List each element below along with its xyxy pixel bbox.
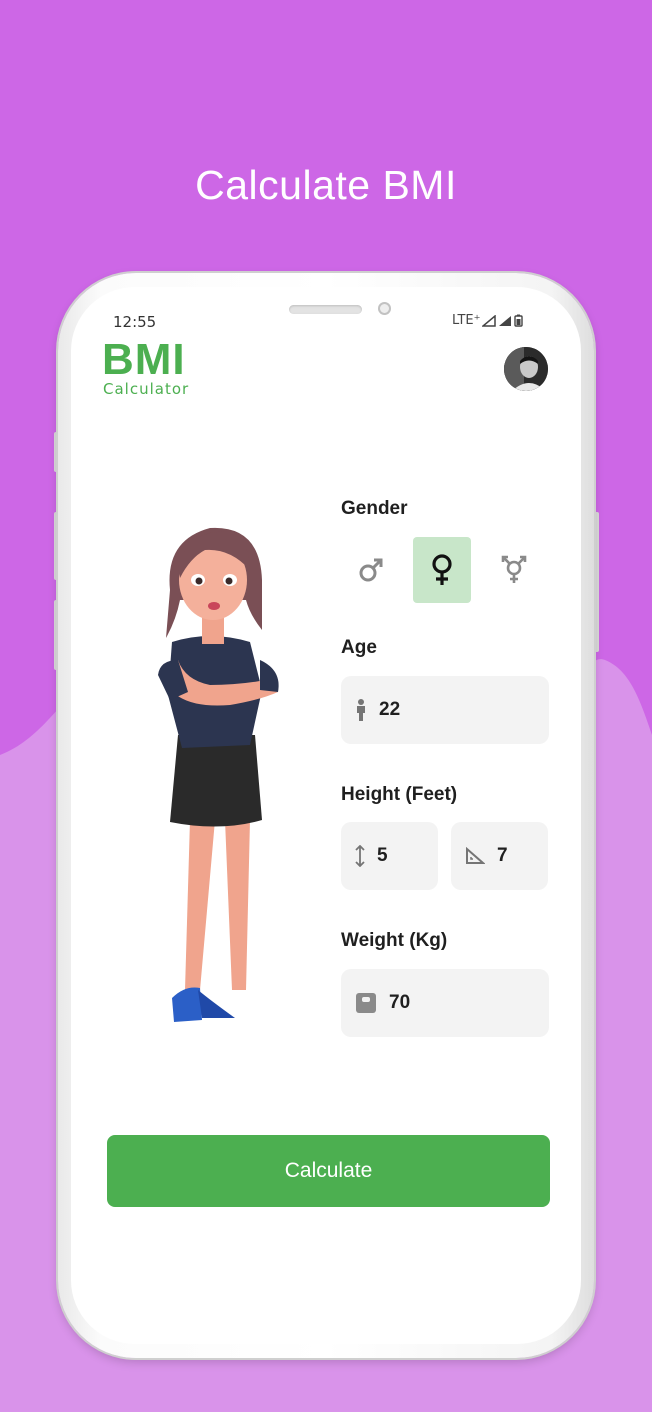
ruler-icon bbox=[466, 847, 485, 864]
weight-field[interactable]: 70 bbox=[341, 969, 549, 1037]
gender-female-button[interactable] bbox=[413, 537, 471, 603]
transgender-icon bbox=[501, 555, 527, 583]
avatar-photo bbox=[504, 347, 548, 391]
status-time: 12:55 bbox=[113, 313, 157, 331]
weight-value: 70 bbox=[389, 992, 411, 1013]
battery-icon bbox=[514, 314, 524, 327]
character-illustration bbox=[158, 527, 279, 1022]
gender-male-button[interactable] bbox=[342, 537, 400, 603]
gender-transgender-button[interactable] bbox=[485, 537, 543, 603]
weight-label: Weight (Kg) bbox=[341, 930, 448, 951]
phone-speaker bbox=[289, 305, 362, 314]
female-icon bbox=[432, 554, 452, 585]
height-inches-value: 7 bbox=[497, 845, 508, 866]
page-headline: Calculate BMI bbox=[195, 162, 457, 208]
height-icon bbox=[355, 845, 365, 867]
signal-icon bbox=[482, 314, 497, 327]
profile-avatar[interactable] bbox=[504, 347, 548, 391]
male-icon bbox=[359, 558, 383, 582]
age-field[interactable]: 22 bbox=[341, 676, 549, 744]
calculate-button[interactable]: Calculate bbox=[107, 1135, 550, 1207]
phone-camera bbox=[378, 302, 391, 315]
height-inches-field[interactable]: 7 bbox=[451, 822, 548, 890]
gender-label: Gender bbox=[341, 498, 408, 519]
app-logo-subtitle: Calculator bbox=[103, 380, 190, 398]
age-value: 22 bbox=[379, 699, 401, 720]
network-label: LTE⁺ bbox=[452, 313, 481, 328]
height-label: Height (Feet) bbox=[341, 784, 458, 805]
signal-icon bbox=[499, 315, 512, 326]
app-logo-title: BMI bbox=[102, 335, 186, 384]
status-icons: LTE⁺ bbox=[452, 313, 524, 328]
scale-icon bbox=[356, 993, 376, 1013]
age-label: Age bbox=[341, 637, 377, 658]
height-feet-field[interactable]: 5 bbox=[341, 822, 438, 890]
person-icon bbox=[357, 699, 365, 721]
height-feet-value: 5 bbox=[377, 845, 388, 866]
